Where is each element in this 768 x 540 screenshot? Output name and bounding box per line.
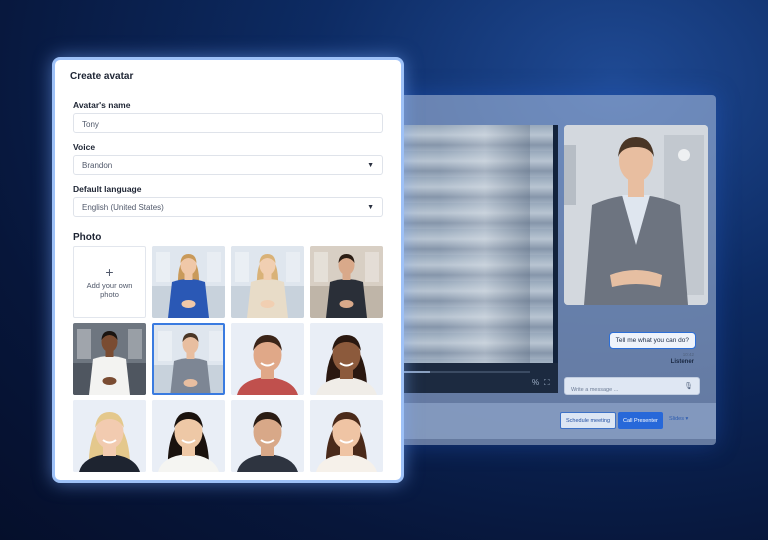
presenter-app-window: % ⛶ Tell me what you can do? 10:42 Liste… xyxy=(380,95,716,445)
fullscreen-icon[interactable]: ⛶ xyxy=(544,378,550,388)
modal-title: Create avatar xyxy=(70,71,134,82)
avatar-portrait xyxy=(310,400,383,472)
chat-timestamp: 10:42 xyxy=(682,352,694,357)
avatar-portrait xyxy=(231,246,304,318)
avatar-portrait xyxy=(152,400,225,472)
app-bottom-bar: Schedule meeting Call Presenter Slides ▾ xyxy=(380,403,716,439)
call-presenter-button[interactable]: Call Presenter xyxy=(618,412,663,429)
chevron-down-icon: ▾ xyxy=(685,416,689,422)
avatar-photo-option[interactable] xyxy=(152,323,225,395)
schedule-meeting-button[interactable]: Schedule meeting xyxy=(560,412,617,429)
add-photo-button[interactable]: + Add your own photo xyxy=(73,246,146,318)
avatar-photo-option[interactable] xyxy=(152,400,225,472)
chat-message-input[interactable] xyxy=(565,382,685,398)
chat-panel: Tell me what you can do? 10:42 Listener … xyxy=(564,307,708,399)
avatar-portrait xyxy=(310,246,383,318)
avatar-photo-option[interactable] xyxy=(73,400,146,472)
avatar-photo-option[interactable] xyxy=(231,400,304,472)
video-controls: % ⛶ xyxy=(380,363,558,393)
add-photo-label: Add your own photo xyxy=(86,280,133,299)
avatar-portrait xyxy=(231,400,304,472)
voice-select[interactable]: Brandon ▼ xyxy=(73,155,383,175)
avatar-name-field xyxy=(73,113,383,134)
avatar-photo-option[interactable] xyxy=(310,246,383,318)
volume-icon[interactable]: % xyxy=(532,378,539,387)
chat-input-box: 🎙 xyxy=(564,377,700,398)
language-value: English (United States) xyxy=(82,203,164,212)
avatar-photo-option[interactable] xyxy=(152,246,225,318)
avatar-photo-option[interactable] xyxy=(310,323,383,395)
chat-sender: Listener xyxy=(670,359,694,365)
photo-label: Photo xyxy=(73,232,102,243)
slides-label: Slides xyxy=(669,416,684,422)
plus-icon: + xyxy=(105,263,114,280)
avatar-photo-option[interactable] xyxy=(231,246,304,318)
avatar-photo-option[interactable] xyxy=(231,323,304,395)
avatar-name-input[interactable] xyxy=(74,115,382,134)
chat-message-bubble: Tell me what you can do? xyxy=(608,332,696,349)
chevron-down-icon: ▼ xyxy=(367,162,374,169)
language-select[interactable]: English (United States) ▼ xyxy=(73,197,383,217)
create-avatar-modal: Create avatar Avatar's name Voice Brando… xyxy=(52,57,404,483)
avatar-photo-option[interactable] xyxy=(73,323,146,395)
avatar-name-label: Avatar's name xyxy=(73,100,131,110)
presenter-video xyxy=(564,125,708,305)
presenter-image xyxy=(564,125,708,305)
chevron-down-icon: ▼ xyxy=(367,204,374,211)
avatar-portrait xyxy=(73,323,146,395)
voice-label: Voice xyxy=(73,142,96,152)
voice-value: Brandon xyxy=(82,161,113,170)
avatar-photo-option[interactable] xyxy=(310,400,383,472)
video-player[interactable] xyxy=(380,125,558,393)
default-language-label: Default language xyxy=(73,184,142,194)
avatar-portrait xyxy=(310,323,383,395)
avatar-portrait xyxy=(154,325,223,393)
avatar-portrait xyxy=(73,400,146,472)
microphone-icon[interactable]: 🎙 xyxy=(684,382,693,390)
avatar-portrait xyxy=(231,323,304,395)
avatar-portrait xyxy=(152,246,225,318)
slides-dropdown[interactable]: Slides ▾ xyxy=(669,416,688,422)
